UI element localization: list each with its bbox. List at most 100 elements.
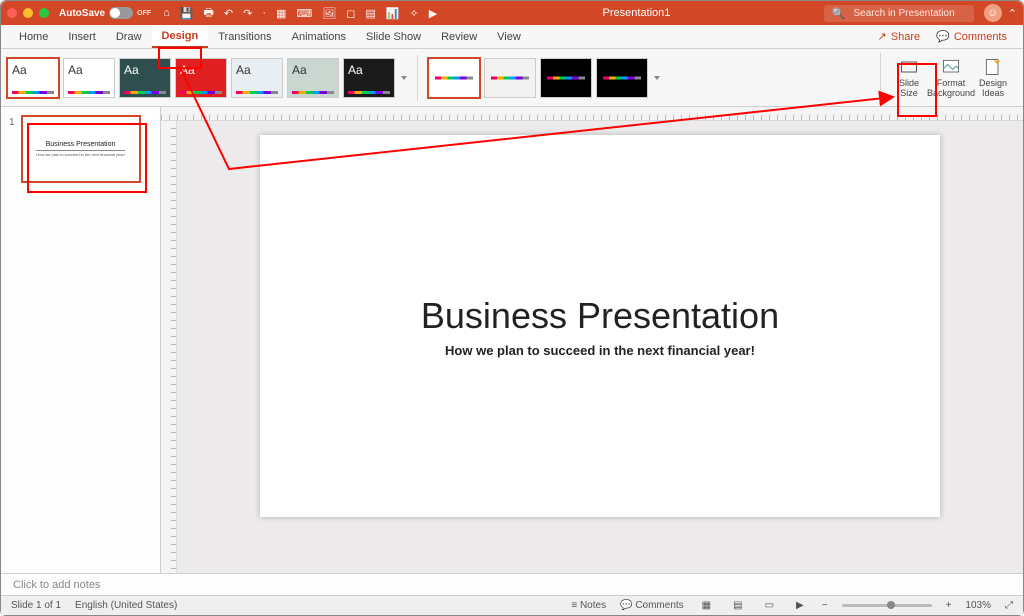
- thumbnail-row: 1 Business Presentation How we plan to s…: [9, 115, 152, 183]
- tab-slideshow[interactable]: Slide Show: [356, 25, 431, 48]
- save-icon[interactable]: 💾: [180, 7, 194, 20]
- variant-option-0[interactable]: [428, 58, 480, 98]
- notes-toggle[interactable]: ≡ Notes: [571, 600, 606, 611]
- table-icon[interactable]: ▤: [365, 7, 375, 20]
- zoom-slider[interactable]: [842, 604, 932, 607]
- home-icon[interactable]: ⌂: [163, 7, 170, 19]
- horizontal-ruler[interactable]: [161, 107, 1023, 121]
- notes-placeholder: Click to add notes: [13, 579, 100, 591]
- format-background-button[interactable]: Format Background: [931, 53, 971, 103]
- normal-view-button[interactable]: ▦: [698, 600, 715, 611]
- ribbon-options-icon[interactable]: ⌃: [1008, 7, 1017, 20]
- slide-thumbnail-1[interactable]: Business Presentation How we plan to suc…: [21, 115, 141, 183]
- workspace: 1 Business Presentation How we plan to s…: [1, 107, 1023, 573]
- tab-design[interactable]: Design: [152, 25, 209, 48]
- ribbon-separator: [417, 55, 418, 101]
- format-background-label: Format Background: [927, 79, 975, 98]
- tab-insert[interactable]: Insert: [58, 25, 106, 48]
- theme-gallery: Aa Aa Aa Aa Aa Aa Aa: [7, 58, 395, 98]
- maximize-window-button[interactable]: [39, 8, 49, 18]
- ribbon-design: Aa Aa Aa Aa Aa Aa Aa Slide Size Format Backgro…: [1, 49, 1023, 107]
- fit-to-window-button[interactable]: ⤢: [1005, 600, 1013, 611]
- share-button[interactable]: ↗ Share: [870, 25, 929, 48]
- variant-gallery: [428, 58, 648, 98]
- notes-pane[interactable]: Click to add notes: [1, 573, 1023, 595]
- thumb-title: Business Presentation: [46, 141, 116, 148]
- theme-aa: Aa: [236, 63, 251, 77]
- account-avatar[interactable]: ☺: [984, 4, 1002, 22]
- autosave-switch[interactable]: [109, 7, 133, 19]
- theme-color-bar: [292, 91, 334, 94]
- theme-aa: Aa: [292, 63, 307, 77]
- theme-option-6[interactable]: Aa: [343, 58, 395, 98]
- reading-view-button[interactable]: ▭: [761, 600, 778, 611]
- quick-access-toolbar: ⌂ 💾 🖶 ↶ ↷ · ▦ ⌨ 🖼 ◻ ▤ 📊 ✧ ▶: [163, 4, 437, 23]
- slideshow-view-button[interactable]: ▶: [792, 600, 808, 611]
- comments-label: Comments: [954, 31, 1007, 43]
- tab-view[interactable]: View: [487, 25, 531, 48]
- theme-gallery-expand-icon[interactable]: [401, 76, 407, 80]
- autosave-label: AutoSave: [59, 8, 105, 19]
- variant-color-bar: [435, 76, 473, 79]
- theme-aa: Aa: [124, 63, 139, 77]
- close-window-button[interactable]: [7, 8, 17, 18]
- addins-icon[interactable]: ✧: [410, 7, 419, 20]
- comments-toggle[interactable]: 💬 Comments: [620, 600, 684, 611]
- document-title: Presentation1: [449, 7, 824, 19]
- slide-1[interactable]: Business Presentation How we plan to suc…: [260, 135, 940, 517]
- picture-icon[interactable]: 🖼: [322, 7, 336, 20]
- layout-icon[interactable]: ▦: [276, 7, 286, 20]
- redo-icon[interactable]: ↷: [243, 7, 252, 20]
- theme-aa: Aa: [180, 63, 195, 77]
- chart-icon[interactable]: 📊: [386, 7, 400, 20]
- variant-option-2[interactable]: [540, 58, 592, 98]
- design-ideas-button[interactable]: Design Ideas: [973, 53, 1013, 103]
- theme-option-0[interactable]: Aa: [7, 58, 59, 98]
- theme-aa: Aa: [12, 63, 27, 77]
- theme-aa: Aa: [68, 63, 83, 77]
- variant-gallery-expand-icon[interactable]: [654, 76, 660, 80]
- autosave-toggle[interactable]: AutoSave OFF: [59, 7, 151, 19]
- vertical-ruler[interactable]: [161, 121, 177, 573]
- sorter-view-button[interactable]: ▤: [729, 600, 746, 611]
- minimize-window-button[interactable]: [23, 8, 33, 18]
- tab-animations[interactable]: Animations: [282, 25, 356, 48]
- slide-size-icon: [899, 57, 919, 77]
- theme-option-1[interactable]: Aa: [63, 58, 115, 98]
- play-icon[interactable]: ▶: [429, 7, 437, 20]
- comments-button[interactable]: 💬 Comments: [928, 25, 1015, 48]
- tab-draw[interactable]: Draw: [106, 25, 152, 48]
- qat-sep: ·: [262, 7, 266, 19]
- print-icon[interactable]: 🖶: [203, 4, 213, 23]
- variant-option-3[interactable]: [596, 58, 648, 98]
- search-box[interactable]: 🔍: [824, 5, 974, 22]
- variant-option-1[interactable]: [484, 58, 536, 98]
- ribbon-separator-2: [880, 53, 881, 99]
- tab-home[interactable]: Home: [9, 25, 58, 48]
- textbox-icon[interactable]: ⌨: [296, 7, 312, 20]
- zoom-out-button[interactable]: −: [822, 600, 828, 611]
- tab-transitions[interactable]: Transitions: [208, 25, 281, 48]
- slide-size-button[interactable]: Slide Size: [889, 53, 929, 103]
- shape-icon[interactable]: ◻: [346, 7, 355, 20]
- search-input[interactable]: [851, 7, 965, 20]
- slide-subtitle[interactable]: How we plan to succeed in the next finan…: [445, 343, 755, 358]
- undo-icon[interactable]: ↶: [224, 7, 233, 20]
- theme-option-5[interactable]: Aa: [287, 58, 339, 98]
- theme-option-3[interactable]: Aa: [175, 58, 227, 98]
- theme-color-bar: [68, 91, 110, 94]
- slide-size-label: Slide Size: [899, 79, 919, 98]
- slide-canvas-area[interactable]: Business Presentation How we plan to suc…: [177, 121, 1023, 573]
- theme-option-2[interactable]: Aa: [119, 58, 171, 98]
- theme-color-bar: [236, 91, 278, 94]
- theme-option-4[interactable]: Aa: [231, 58, 283, 98]
- zoom-percent[interactable]: 103%: [965, 600, 991, 611]
- tab-review[interactable]: Review: [431, 25, 487, 48]
- zoom-in-button[interactable]: +: [946, 600, 952, 611]
- comment-icon: 💬: [936, 30, 950, 43]
- language-status[interactable]: English (United States): [75, 600, 177, 611]
- theme-aa: Aa: [348, 63, 363, 77]
- ribbon-tabs: Home Insert Draw Design Transitions Anim…: [1, 25, 1023, 49]
- slide-thumbnails-panel: 1 Business Presentation How we plan to s…: [1, 107, 161, 573]
- slide-title[interactable]: Business Presentation: [421, 295, 779, 337]
